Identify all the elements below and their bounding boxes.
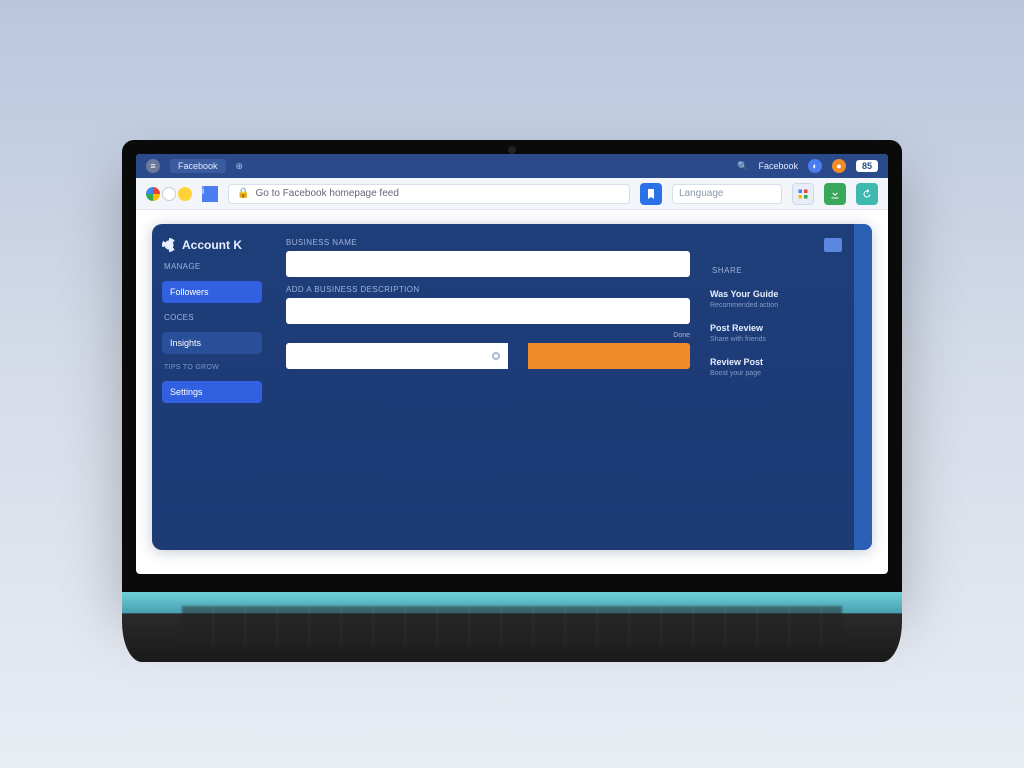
browser-toolbar: i 🔒 Go to Facebook homepage feed Languag… [136, 178, 888, 210]
notification-icon[interactable]: ● [832, 159, 846, 173]
apps-icon[interactable] [792, 183, 814, 205]
content-area: Account K MANAGE Followers COCES Insight… [136, 210, 888, 574]
site-icon[interactable] [162, 187, 176, 201]
mini-search-box[interactable]: Language [672, 184, 782, 204]
sidebar-item-insights[interactable]: Insights [162, 332, 262, 354]
tab-extra-icon[interactable]: ⊕ [236, 161, 244, 172]
address-bar[interactable]: 🔒 Go to Facebook homepage feed [228, 184, 630, 204]
info-title: Post Review [710, 323, 842, 333]
gear-icon [162, 238, 176, 252]
panel-title: Account K [162, 238, 262, 252]
info-icon[interactable]: i [202, 186, 218, 202]
account-panel: Account K MANAGE Followers COCES Insight… [152, 224, 872, 550]
business-name-input[interactable] [286, 251, 690, 277]
info-title: Review Post [710, 357, 842, 367]
webcam-dot [508, 146, 516, 154]
refresh-icon[interactable] [856, 183, 878, 205]
progress-segment-complete [286, 343, 508, 369]
info-sub: Share with friends [710, 336, 842, 343]
battery-indicator: 85 [856, 160, 878, 172]
sidebar-item-settings[interactable]: Settings [162, 381, 262, 403]
titlebar-label: Facebook [758, 161, 798, 171]
progress-row: Done [286, 332, 690, 369]
info-item-1[interactable]: Was Your Guide Recommended action [710, 289, 842, 309]
sidebar-item-followers[interactable]: Followers [162, 281, 262, 303]
info-sub: Recommended action [710, 302, 842, 309]
panel-form: BUSINESS NAME ADD A BUSINESS DESCRIPTION… [272, 224, 704, 550]
progress-segment-remaining [528, 343, 690, 369]
panel-info: SHARE Was Your Guide Recommended action … [704, 224, 854, 550]
panel-title-text: Account K [182, 238, 242, 252]
screen: ≡ Facebook ⊕ 🔍 Facebook ◐ ● 85 i � [136, 154, 888, 574]
screen-bezel: ≡ Facebook ⊕ 🔍 Facebook ◐ ● 85 i � [122, 140, 902, 592]
progress-hint: Done [673, 332, 690, 339]
search-icon[interactable]: 🔍 [737, 161, 748, 172]
business-description-input[interactable] [286, 298, 690, 324]
keyboard-deck [122, 592, 902, 662]
bookmark-icon[interactable] [178, 187, 192, 201]
progress-gap [508, 343, 528, 369]
info-title: Was Your Guide [710, 289, 842, 299]
lock-icon: 🔒 [237, 188, 249, 199]
info-item-2[interactable]: Post Review Share with friends [710, 323, 842, 343]
profile-icon[interactable]: ◐ [808, 159, 822, 173]
mini-search-placeholder: Language [679, 188, 724, 199]
sidebar-section-label: MANAGE [162, 262, 262, 271]
field-label: BUSINESS NAME [286, 238, 690, 247]
download-icon[interactable] [824, 183, 846, 205]
field-business-description: ADD A BUSINESS DESCRIPTION [286, 285, 690, 324]
sidebar-section-label-2: COCES [162, 313, 262, 322]
keyboard-keys [182, 606, 842, 646]
progress-bar[interactable] [286, 343, 690, 369]
info-sub: Boost your page [710, 370, 842, 377]
field-label: ADD A BUSINESS DESCRIPTION [286, 285, 690, 294]
panel-edge-strip [854, 224, 872, 550]
progress-handle-icon[interactable] [492, 352, 500, 360]
laptop-frame: ≡ Facebook ⊕ 🔍 Facebook ◐ ● 85 i � [122, 140, 902, 662]
browser-tab[interactable]: Facebook [170, 159, 226, 173]
bookmark-save-icon[interactable] [640, 183, 662, 205]
address-text: Go to Facebook homepage feed [255, 188, 398, 199]
field-business-name: BUSINESS NAME [286, 238, 690, 277]
info-section-label: SHARE [710, 266, 842, 275]
panel-sidebar: Account K MANAGE Followers COCES Insight… [152, 224, 272, 550]
favicon-group [146, 187, 192, 201]
browser-titlebar: ≡ Facebook ⊕ 🔍 Facebook ◐ ● 85 [136, 154, 888, 178]
sidebar-tiny-label: TIPS TO GROW [162, 364, 262, 371]
info-item-3[interactable]: Review Post Boost your page [710, 357, 842, 377]
share-icon[interactable] [824, 238, 842, 252]
google-icon[interactable] [146, 187, 160, 201]
menu-icon[interactable]: ≡ [146, 159, 160, 173]
